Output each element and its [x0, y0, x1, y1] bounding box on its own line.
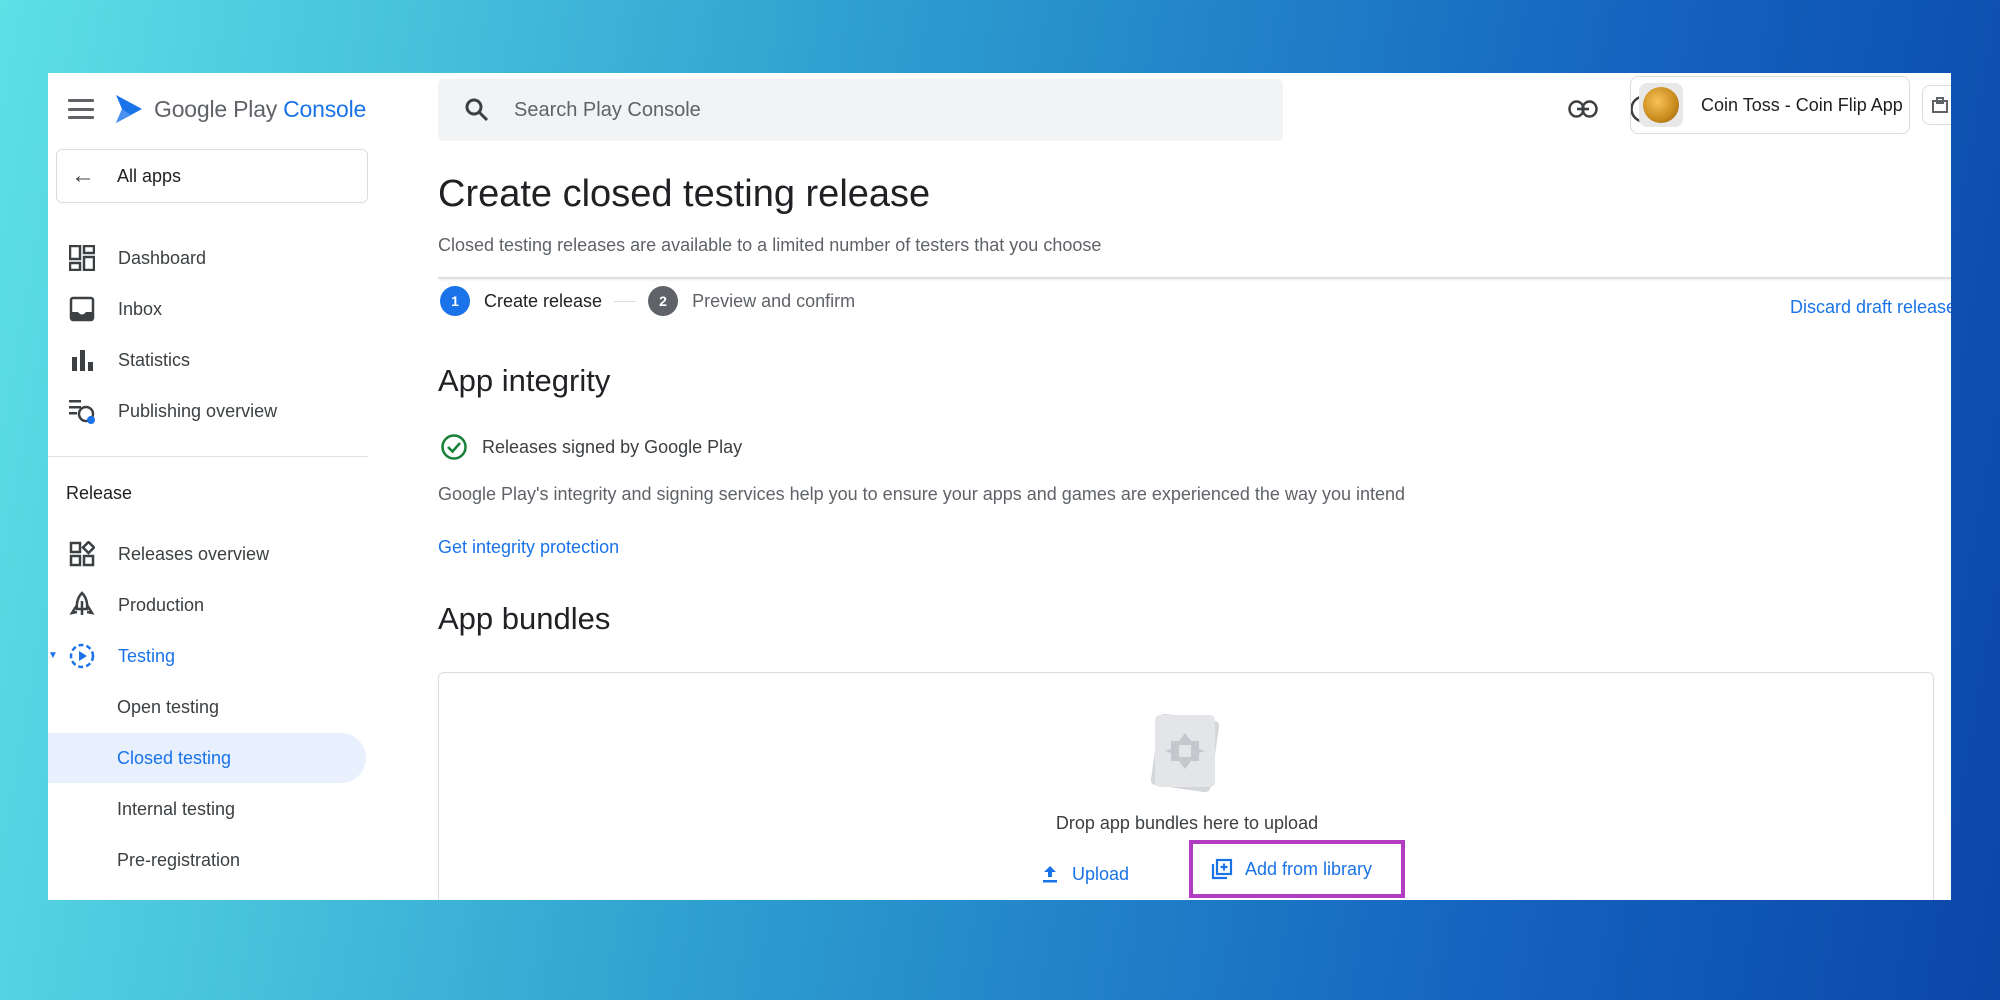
- brand: Google Play Console: [68, 91, 366, 127]
- sidebar-item-statistics[interactable]: Statistics: [48, 335, 366, 385]
- app-icon: [1639, 83, 1683, 127]
- sidebar-divider: [48, 456, 368, 457]
- publishing-overview-icon: [68, 397, 96, 425]
- app-bundles-heading: App bundles: [438, 601, 611, 636]
- integrity-description: Google Play's integrity and signing serv…: [438, 484, 1406, 504]
- header-divider: [438, 277, 1951, 279]
- menu-icon[interactable]: [68, 99, 94, 119]
- add-from-library-button[interactable]: Add from library: [1189, 840, 1405, 898]
- bundle-drop-zone[interactable]: Drop app bundles here to upload Upload A…: [438, 672, 1934, 900]
- account-icon[interactable]: [1922, 85, 1951, 125]
- get-integrity-protection-link[interactable]: Get integrity protection: [438, 537, 619, 558]
- inbox-icon: [68, 295, 96, 323]
- release-stepper: 1 Create release 2 Preview and confirm: [440, 285, 855, 317]
- sidebar-item-open-testing[interactable]: Open testing: [48, 682, 366, 732]
- all-apps-label: All apps: [117, 165, 182, 186]
- app-name: Coin Toss - Coin Flip App: [1701, 94, 1903, 115]
- discard-draft-button[interactable]: Discard draft release: [1790, 297, 1951, 318]
- upload-label: Upload: [1072, 863, 1130, 884]
- page-title: Create closed testing release: [438, 173, 931, 215]
- library-add-icon: [1211, 858, 1233, 880]
- link-icon[interactable]: [1563, 89, 1603, 129]
- releases-overview-icon: [68, 540, 96, 568]
- testing-icon: [68, 642, 96, 670]
- play-console-logo-icon: [116, 95, 142, 123]
- bar-chart-icon: [68, 346, 96, 374]
- step-preview-confirm[interactable]: Preview and confirm: [692, 291, 855, 312]
- sidebar-item-pre-registration[interactable]: Pre-registration: [48, 835, 366, 885]
- sidebar-item-internal-testing[interactable]: Internal testing: [48, 784, 366, 834]
- app-bundle-icon: [1150, 713, 1220, 793]
- upload-button[interactable]: Upload: [1040, 859, 1129, 889]
- page-subtitle: Closed testing releases are available to…: [438, 235, 1102, 255]
- sidebar-item-testing[interactable]: Testing: [48, 631, 366, 681]
- sidebar: Google Play Console ← All apps Dashboard …: [48, 73, 368, 900]
- section-label-release: Release: [66, 483, 133, 503]
- step-connector: [614, 300, 637, 302]
- step-2-number: 2: [648, 286, 679, 316]
- upload-icon: [1043, 866, 1057, 883]
- brand-name: Google Play Console: [154, 95, 367, 122]
- step-1-number: 1: [440, 286, 470, 316]
- sidebar-item-dashboard[interactable]: Dashboard: [48, 233, 366, 283]
- check-circle-icon: [441, 434, 467, 460]
- search-placeholder: Search Play Console: [514, 98, 701, 121]
- search-icon: [465, 98, 489, 122]
- rocket-icon: [68, 591, 96, 619]
- sidebar-item-closed-testing[interactable]: Closed testing: [48, 733, 366, 783]
- search-input[interactable]: Search Play Console: [438, 79, 1283, 141]
- app-integrity-heading: App integrity: [438, 363, 611, 398]
- add-from-library-label: Add from library: [1245, 858, 1373, 879]
- all-apps-button[interactable]: ← All apps: [56, 149, 368, 203]
- sidebar-item-inbox[interactable]: Inbox: [48, 284, 366, 334]
- sidebar-item-production[interactable]: Production: [48, 580, 366, 630]
- play-console-window: Google Play Console ← All apps Dashboard …: [48, 73, 1951, 900]
- step-create-release[interactable]: Create release: [484, 291, 602, 312]
- integrity-status: Releases signed by Google Play: [440, 433, 742, 461]
- drop-instructions: Drop app bundles here to upload: [1055, 813, 1319, 833]
- arrow-back-icon: ←: [71, 162, 95, 189]
- dashboard-icon: [68, 244, 96, 272]
- sidebar-item-releases-overview[interactable]: Releases overview: [48, 529, 366, 579]
- sidebar-item-publishing-overview[interactable]: Publishing overview: [48, 386, 366, 436]
- app-selector[interactable]: Coin Toss - Coin Flip App: [1630, 76, 1910, 134]
